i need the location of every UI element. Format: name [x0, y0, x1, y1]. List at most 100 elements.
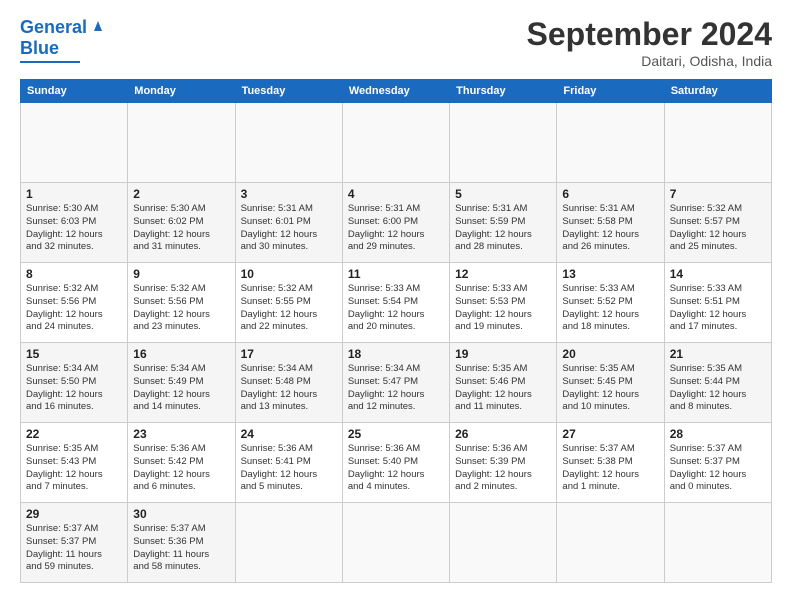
calendar-cell: 26Sunrise: 5:36 AM Sunset: 5:39 PM Dayli…: [450, 423, 557, 503]
day-number: 15: [26, 347, 122, 361]
day-number: 13: [562, 267, 658, 281]
day-number: 18: [348, 347, 444, 361]
calendar-cell: [450, 103, 557, 183]
day-number: 9: [133, 267, 229, 281]
calendar-cell: 7 Sunrise: 5:32 AM Sunset: 5:57 PM Daylig…: [664, 183, 771, 263]
calendar-week-4: 22Sunrise: 5:35 AM Sunset: 5:43 PM Dayli…: [21, 423, 772, 503]
day-info: Sunrise: 5:31 AM Sunset: 6:00 PM Dayligh…: [348, 203, 444, 254]
day-info: Sunrise: 5:34 AM Sunset: 5:50 PM Dayligh…: [26, 363, 122, 414]
day-info: Sunrise: 5:31 AM Sunset: 5:58 PM Dayligh…: [562, 203, 658, 254]
calendar-week-0: [21, 103, 772, 183]
day-info: Sunrise: 5:37 AM Sunset: 5:36 PM Dayligh…: [133, 523, 229, 574]
day-number: 19: [455, 347, 551, 361]
calendar-cell: 18 Sunrise: 5:34 AM Sunset: 5:47 PM Dayli…: [342, 343, 449, 423]
day-info: Sunrise: 5:31 AM Sunset: 6:01 PM Dayligh…: [241, 203, 337, 254]
calendar-cell: 12 Sunrise: 5:33 AM Sunset: 5:53 PM Dayli…: [450, 263, 557, 343]
calendar-cell: 16Sunrise: 5:34 AM Sunset: 5:49 PM Dayli…: [128, 343, 235, 423]
day-number: 12: [455, 267, 551, 281]
day-number: 14: [670, 267, 766, 281]
calendar-cell: 5 Sunrise: 5:31 AM Sunset: 5:59 PM Daylig…: [450, 183, 557, 263]
day-number: 3: [241, 187, 337, 201]
day-info: Sunrise: 5:35 AM Sunset: 5:45 PM Dayligh…: [562, 363, 658, 414]
day-info: Sunrise: 5:31 AM Sunset: 5:59 PM Dayligh…: [455, 203, 551, 254]
calendar-week-3: 15 Sunrise: 5:34 AM Sunset: 5:50 PM Dayli…: [21, 343, 772, 423]
day-info: Sunrise: 5:33 AM Sunset: 5:52 PM Dayligh…: [562, 283, 658, 334]
calendar-cell: [235, 503, 342, 583]
calendar-cell: 19Sunrise: 5:35 AM Sunset: 5:46 PM Dayli…: [450, 343, 557, 423]
day-number: 24: [241, 427, 337, 441]
day-number: 2: [133, 187, 229, 201]
calendar-cell: [557, 503, 664, 583]
calendar-cell: 13 Sunrise: 5:33 AM Sunset: 5:52 PM Dayli…: [557, 263, 664, 343]
calendar-cell: 3 Sunrise: 5:31 AM Sunset: 6:01 PM Daylig…: [235, 183, 342, 263]
day-header-thursday: Thursday: [450, 80, 557, 103]
day-info: Sunrise: 5:33 AM Sunset: 5:53 PM Dayligh…: [455, 283, 551, 334]
day-info: Sunrise: 5:36 AM Sunset: 5:41 PM Dayligh…: [241, 443, 337, 494]
day-number: 23: [133, 427, 229, 441]
day-header-friday: Friday: [557, 80, 664, 103]
logo-triangle-icon: [89, 16, 107, 34]
logo: General Blue: [20, 16, 107, 63]
calendar-cell: [664, 103, 771, 183]
calendar-cell: 23 Sunrise: 5:36 AM Sunset: 5:42 PM Dayli…: [128, 423, 235, 503]
calendar-cell: [128, 103, 235, 183]
day-number: 8: [26, 267, 122, 281]
calendar-cell: 2Sunrise: 5:30 AM Sunset: 6:02 PM Daylig…: [128, 183, 235, 263]
day-number: 29: [26, 507, 122, 521]
calendar-cell: [342, 103, 449, 183]
day-number: 10: [241, 267, 337, 281]
calendar-cell: 14 Sunrise: 5:33 AM Sunset: 5:51 PM Dayli…: [664, 263, 771, 343]
day-number: 27: [562, 427, 658, 441]
calendar-cell: 9 Sunrise: 5:32 AM Sunset: 5:56 PM Daylig…: [128, 263, 235, 343]
day-number: 7: [670, 187, 766, 201]
day-number: 17: [241, 347, 337, 361]
calendar-cell: [450, 503, 557, 583]
day-number: 30: [133, 507, 229, 521]
calendar-cell: [342, 503, 449, 583]
day-info: Sunrise: 5:33 AM Sunset: 5:54 PM Dayligh…: [348, 283, 444, 334]
day-number: 26: [455, 427, 551, 441]
calendar-cell: 25Sunrise: 5:36 AM Sunset: 5:40 PM Dayli…: [342, 423, 449, 503]
calendar-cell: [21, 103, 128, 183]
day-number: 21: [670, 347, 766, 361]
day-header-wednesday: Wednesday: [342, 80, 449, 103]
day-number: 11: [348, 267, 444, 281]
day-number: 20: [562, 347, 658, 361]
calendar-week-5: 29 Sunrise: 5:37 AM Sunset: 5:37 PM Dayli…: [21, 503, 772, 583]
day-info: Sunrise: 5:32 AM Sunset: 5:56 PM Dayligh…: [26, 283, 122, 334]
day-info: Sunrise: 5:32 AM Sunset: 5:56 PM Dayligh…: [133, 283, 229, 334]
calendar-cell: [664, 503, 771, 583]
logo-text: General: [20, 18, 87, 38]
day-number: 6: [562, 187, 658, 201]
day-header-sunday: Sunday: [21, 80, 128, 103]
day-info: Sunrise: 5:32 AM Sunset: 5:57 PM Dayligh…: [670, 203, 766, 254]
calendar-cell: [557, 103, 664, 183]
calendar-cell: 30 Sunrise: 5:37 AM Sunset: 5:36 PM Dayli…: [128, 503, 235, 583]
day-info: Sunrise: 5:33 AM Sunset: 5:51 PM Dayligh…: [670, 283, 766, 334]
day-info: Sunrise: 5:32 AM Sunset: 5:55 PM Dayligh…: [241, 283, 337, 334]
calendar-cell: 15 Sunrise: 5:34 AM Sunset: 5:50 PM Dayli…: [21, 343, 128, 423]
day-info: Sunrise: 5:30 AM Sunset: 6:03 PM Dayligh…: [26, 203, 122, 254]
day-info: Sunrise: 5:37 AM Sunset: 5:37 PM Dayligh…: [26, 523, 122, 574]
day-info: Sunrise: 5:36 AM Sunset: 5:42 PM Dayligh…: [133, 443, 229, 494]
month-title: September 2024: [527, 16, 772, 53]
day-info: Sunrise: 5:35 AM Sunset: 5:44 PM Dayligh…: [670, 363, 766, 414]
calendar-cell: 21 Sunrise: 5:35 AM Sunset: 5:44 PM Dayli…: [664, 343, 771, 423]
calendar-week-2: 8 Sunrise: 5:32 AM Sunset: 5:56 PM Daylig…: [21, 263, 772, 343]
title-block: September 2024 Daitari, Odisha, India: [527, 16, 772, 69]
calendar-cell: 10 Sunrise: 5:32 AM Sunset: 5:55 PM Dayli…: [235, 263, 342, 343]
day-info: Sunrise: 5:34 AM Sunset: 5:47 PM Dayligh…: [348, 363, 444, 414]
calendar-cell: 29 Sunrise: 5:37 AM Sunset: 5:37 PM Dayli…: [21, 503, 128, 583]
calendar-cell: 1Sunrise: 5:30 AM Sunset: 6:03 PM Daylig…: [21, 183, 128, 263]
day-header-monday: Monday: [128, 80, 235, 103]
day-number: 5: [455, 187, 551, 201]
day-number: 4: [348, 187, 444, 201]
calendar-cell: [235, 103, 342, 183]
logo-blue-text: Blue: [20, 39, 59, 59]
calendar-cell: 24 Sunrise: 5:36 AM Sunset: 5:41 PM Dayli…: [235, 423, 342, 503]
day-number: 16: [133, 347, 229, 361]
calendar-cell: 8 Sunrise: 5:32 AM Sunset: 5:56 PM Daylig…: [21, 263, 128, 343]
calendar-table: SundayMondayTuesdayWednesdayThursdayFrid…: [20, 79, 772, 583]
page: General Blue September 2024 Daitari, Odi…: [0, 0, 792, 593]
logo-underline: [20, 61, 80, 63]
